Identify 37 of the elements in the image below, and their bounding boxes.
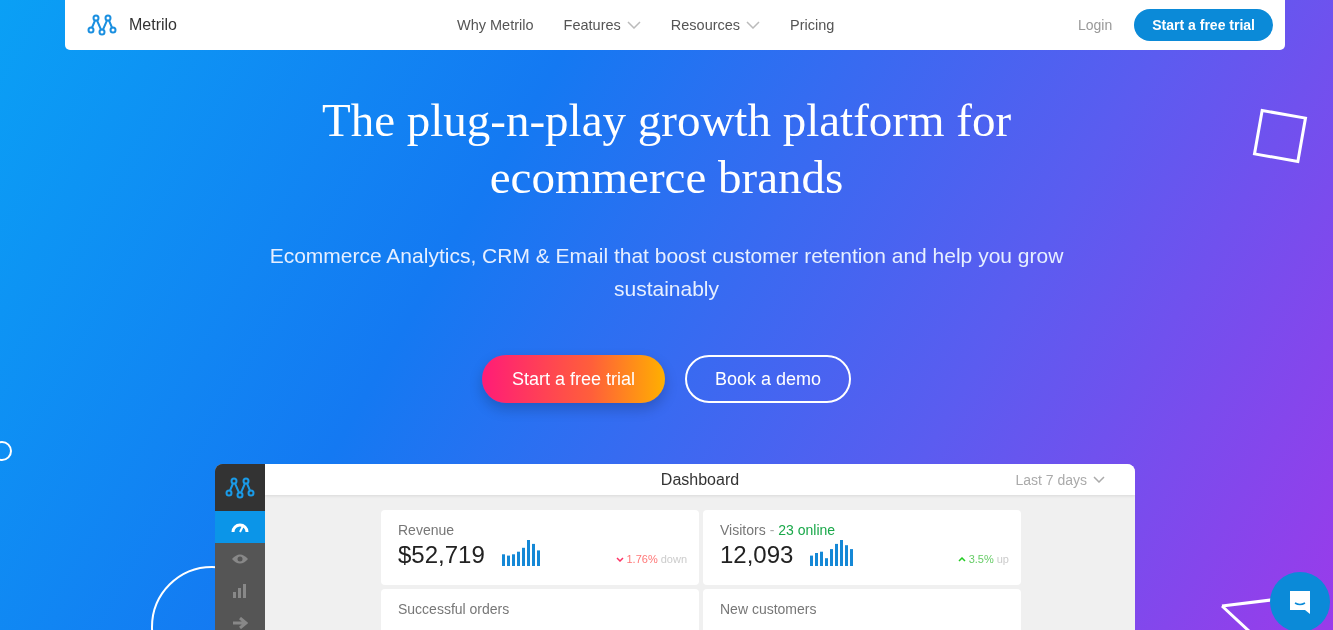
sparkline-bars bbox=[810, 540, 855, 566]
nav-link[interactable]: Pricing bbox=[790, 17, 835, 33]
nav-link[interactable]: Resources bbox=[670, 17, 761, 33]
change-percent: 3.5% bbox=[968, 553, 994, 565]
eye-icon bbox=[231, 553, 249, 565]
nav-link[interactable]: Features bbox=[563, 17, 641, 33]
nav-link[interactable]: Why Metrilo bbox=[457, 17, 534, 33]
chat-icon bbox=[1288, 589, 1312, 615]
circle-outline-decoration bbox=[0, 440, 14, 462]
square-outline-decoration bbox=[1250, 106, 1310, 166]
book-demo-button[interactable]: Book a demo bbox=[685, 355, 852, 403]
change-percent: 1.76% bbox=[626, 553, 658, 565]
chevron-down-icon bbox=[615, 556, 624, 562]
metric-value: $52,719 bbox=[398, 541, 485, 569]
chevron-down-icon bbox=[626, 21, 641, 29]
chevron-up-icon bbox=[957, 556, 966, 562]
brand-name[interactable]: Metrilo bbox=[129, 16, 177, 34]
gauge-icon bbox=[231, 521, 249, 533]
chevron-down-icon bbox=[1093, 476, 1105, 483]
online-count: 23 online bbox=[778, 522, 836, 538]
sidebar-item[interactable] bbox=[215, 511, 265, 543]
metric-label: Revenue bbox=[398, 522, 455, 538]
start-trial-button[interactable]: Start a free trial bbox=[1134, 9, 1273, 41]
dashboard-title: Dashboard bbox=[660, 470, 740, 489]
arrow-right-icon bbox=[232, 617, 248, 629]
chevron-down-icon bbox=[746, 21, 761, 29]
metric-label: Visitors bbox=[720, 522, 766, 538]
metric-label: New customers bbox=[720, 601, 817, 617]
metric-value: 12,093 bbox=[720, 541, 794, 569]
separator: - bbox=[769, 522, 775, 538]
bar-chart-icon bbox=[233, 584, 247, 598]
chat-button[interactable] bbox=[1270, 572, 1330, 630]
metric-label: Successful orders bbox=[398, 601, 510, 617]
hero-title: The plug-n-play growth platform for ecommerce brands bbox=[320, 93, 1013, 205]
logo-icon bbox=[87, 14, 117, 36]
logo-icon bbox=[225, 476, 255, 499]
hero-subtitle: Ecommerce Analytics, CRM & Email that boost customer retention and help you grow sustainably bbox=[268, 243, 1065, 302]
